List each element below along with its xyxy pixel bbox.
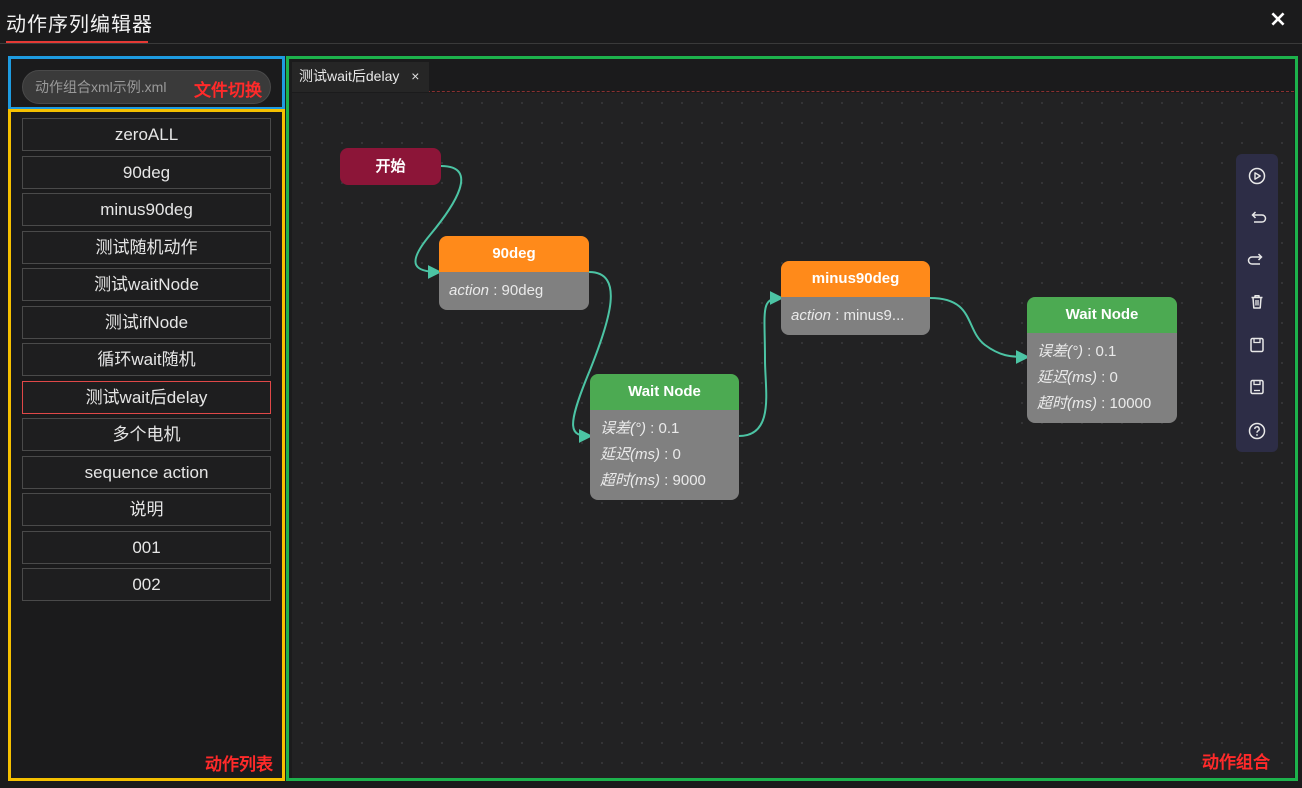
node-title: 90deg xyxy=(439,236,589,272)
file-switch-label: 文件切换 xyxy=(194,81,262,101)
close-button[interactable]: × xyxy=(1266,8,1290,32)
node-row: 误差(°) : 0.1 xyxy=(1037,343,1117,360)
redo-button[interactable] xyxy=(1246,249,1268,271)
canvas-toolbar xyxy=(1236,154,1278,452)
node-body: 误差(°) : 0.1 延迟(ms) : 0 超时(ms) : 10000 xyxy=(1027,333,1177,423)
node-row: 延迟(ms) : 0 xyxy=(1037,369,1118,386)
tab-bar: 测试wait后delay × xyxy=(292,60,1294,92)
action-item-loop-wait-random[interactable]: 循环wait随机 xyxy=(22,343,271,376)
tab-label: 测试wait后delay xyxy=(299,68,400,84)
trash-icon xyxy=(1251,295,1263,309)
node-body: 误差(°) : 0.1 延迟(ms) : 0 超时(ms) : 9000 xyxy=(590,410,739,500)
play-icon xyxy=(1248,167,1266,185)
node-title: Wait Node xyxy=(590,374,739,410)
title-bar: 动作序列编辑器 × xyxy=(0,0,1302,44)
action-item-90deg[interactable]: 90deg xyxy=(22,155,271,189)
save-button[interactable] xyxy=(1246,334,1268,356)
node-body: action : minus9... xyxy=(781,297,930,335)
canvas-region-label: 动作组合 xyxy=(1202,753,1270,773)
tab-close-button[interactable]: × xyxy=(407,62,423,90)
node-title: minus90deg xyxy=(781,261,930,297)
delete-button[interactable] xyxy=(1246,291,1268,313)
node-row: action : minus9... xyxy=(791,307,905,324)
help-button[interactable] xyxy=(1246,420,1268,442)
action-node-minus90deg[interactable]: minus90deg action : minus9... xyxy=(781,261,930,335)
start-node[interactable]: 开始 xyxy=(340,148,441,185)
action-item-ifnode-test[interactable]: 测试ifNode xyxy=(22,305,271,339)
save-as-icon xyxy=(1250,379,1264,395)
action-item-wait-delay-test[interactable]: 测试wait后delay xyxy=(22,380,271,414)
action-item-sequence-action[interactable]: sequence action xyxy=(22,455,271,489)
action-node-90deg[interactable]: 90deg action : 90deg xyxy=(439,236,589,310)
wait-node-2[interactable]: Wait Node 误差(°) : 0.1 延迟(ms) : 0 超时(ms) … xyxy=(1027,297,1177,423)
action-item-multi-motor[interactable]: 多个电机 xyxy=(22,418,271,451)
node-row: 超时(ms) : 10000 xyxy=(1037,395,1152,412)
page-title: 动作序列编辑器 xyxy=(6,12,153,36)
undo-button[interactable] xyxy=(1246,207,1268,229)
file-select-input[interactable] xyxy=(35,71,195,103)
node-row: 误差(°) : 0.1 xyxy=(600,420,680,437)
save-as-button[interactable] xyxy=(1246,376,1268,398)
action-list-label: 动作列表 xyxy=(205,755,273,775)
action-item-002[interactable]: 002 xyxy=(22,568,271,601)
play-button[interactable] xyxy=(1246,165,1268,187)
wait-node-1[interactable]: Wait Node 误差(°) : 0.1 延迟(ms) : 0 超时(ms) … xyxy=(590,374,739,500)
action-item-001[interactable]: 001 xyxy=(22,530,271,564)
help-icon xyxy=(1248,422,1266,440)
action-item-random-test[interactable]: 测试随机动作 xyxy=(22,230,271,264)
action-list: zeroALL 90deg minus90deg 测试随机动作 测试waitNo… xyxy=(22,118,271,606)
node-row: 超时(ms) : 9000 xyxy=(600,472,706,489)
node-body: action : 90deg xyxy=(439,272,589,310)
action-item-minus90deg[interactable]: minus90deg xyxy=(22,193,271,226)
node-row: 延迟(ms) : 0 xyxy=(600,446,681,463)
action-item-readme[interactable]: 说明 xyxy=(22,493,271,526)
node-title: Wait Node xyxy=(1027,297,1177,333)
undo-icon xyxy=(1251,211,1267,223)
action-item-waitnode-test[interactable]: 测试waitNode xyxy=(22,268,271,301)
save-icon xyxy=(1250,337,1264,353)
flow-canvas[interactable] xyxy=(292,93,1294,778)
redo-icon xyxy=(1247,253,1263,265)
action-item-zeroall[interactable]: zeroALL xyxy=(22,118,271,151)
title-underline xyxy=(6,41,148,43)
node-row: action : 90deg xyxy=(449,282,544,299)
tab-wait-delay[interactable]: 测试wait后delay × xyxy=(292,62,430,92)
